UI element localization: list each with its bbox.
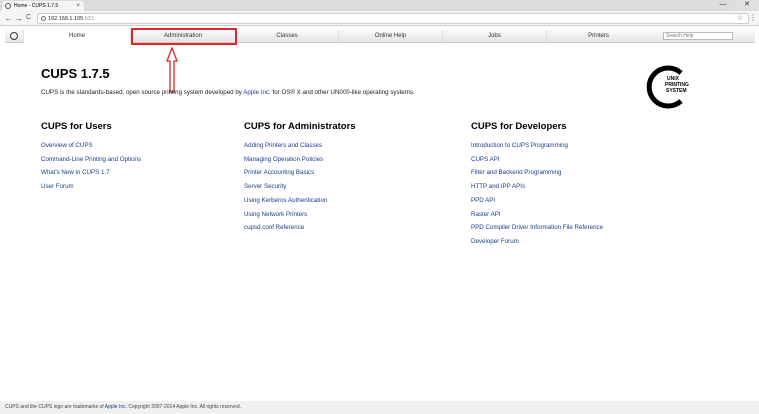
up-arrow-annotation-icon xyxy=(166,47,178,93)
cups-favicon-icon xyxy=(5,3,11,9)
link-cups-api[interactable]: CUPS API xyxy=(471,153,603,167)
link-server-security[interactable]: Server Security xyxy=(244,180,327,194)
users-column-title: CUPS for Users xyxy=(41,121,112,132)
url-port: :631 xyxy=(83,16,94,22)
link-ppd-api[interactable]: PPD API xyxy=(471,194,603,208)
info-icon[interactable] xyxy=(41,16,46,21)
bookmark-star-icon[interactable]: ☆ xyxy=(737,14,743,24)
url-host: 192.168.1.105 xyxy=(48,16,84,22)
link-command-line-printing[interactable]: Command-Line Printing and Options xyxy=(41,153,141,167)
link-user-forum[interactable]: User Forum xyxy=(41,180,141,194)
footer-pre: CUPS and the CUPS logo are trademarks of xyxy=(5,404,105,410)
intro-post: for OS® X and other UNIX®-like operating… xyxy=(270,89,415,96)
page-footer: CUPS and the CUPS logo are trademarks of… xyxy=(0,401,759,414)
window-close-icon[interactable]: ✕ xyxy=(735,0,759,9)
link-cupsd-conf[interactable]: cupsd.conf Reference xyxy=(244,221,327,235)
intro-text: CUPS is the standards-based, open source… xyxy=(41,89,415,96)
window-controls: — ✕ xyxy=(711,0,759,9)
tab-title: Home - CUPS 1.7.5 xyxy=(14,3,59,9)
address-bar[interactable]: 192.168.1.105:631 ☆ xyxy=(37,13,749,24)
forward-arrow-icon[interactable]: → xyxy=(14,13,23,23)
footer-post: Copyright 2007-2014 Apple Inc. All right… xyxy=(127,404,241,410)
reload-icon[interactable]: C xyxy=(26,13,31,23)
cups-nav-bar: Home Administration Classes Online Help … xyxy=(5,30,755,43)
nav-home[interactable]: Home xyxy=(23,30,130,43)
link-network-printers[interactable]: Using Network Printers xyxy=(244,208,327,222)
nav-printers[interactable]: Printers xyxy=(546,30,650,43)
link-kerberos[interactable]: Using Kerberos Authentication xyxy=(244,194,327,208)
logo-line-3: SYSTEM xyxy=(666,88,687,94)
footer-apple-link[interactable]: Apple Inc. xyxy=(105,404,127,410)
users-links: Overview of CUPS Command-Line Printing a… xyxy=(41,139,141,194)
cups-unix-printing-logo: UNIX PRINTING SYSTEM xyxy=(646,65,689,109)
close-tab-icon[interactable]: × xyxy=(76,1,80,11)
browser-tab-strip: Home - CUPS 1.7.5 × — ✕ xyxy=(0,0,759,11)
search-help-container xyxy=(650,30,750,43)
link-raster-api[interactable]: Raster API xyxy=(471,208,603,222)
search-help-input[interactable] xyxy=(663,32,733,40)
link-intro-programming[interactable]: Introduction to CUPS Programming xyxy=(471,139,603,153)
link-whats-new[interactable]: What's New in CUPS 1.7 xyxy=(41,166,141,180)
apple-link[interactable]: Apple Inc. xyxy=(243,89,271,96)
developers-links: Introduction to CUPS Programming CUPS AP… xyxy=(471,139,603,249)
browser-menu-icon[interactable]: ⋮ xyxy=(749,13,757,22)
minimize-icon[interactable]: — xyxy=(711,0,735,9)
nav-online-help[interactable]: Online Help xyxy=(338,30,442,43)
nav-classes[interactable]: Classes xyxy=(235,30,338,43)
intro-pre: CUPS is the standards-based, open source… xyxy=(41,89,244,96)
administration-highlight-box xyxy=(131,28,237,45)
back-arrow-icon[interactable]: ← xyxy=(4,13,13,23)
browser-toolbar: ← → C 192.168.1.105:631 ☆ ⋮ xyxy=(0,11,759,26)
link-developer-forum[interactable]: Developer Forum xyxy=(471,235,603,249)
nav-jobs[interactable]: Jobs xyxy=(442,30,546,43)
link-http-ipp[interactable]: HTTP and IPP APIs xyxy=(471,180,603,194)
link-managing-policies[interactable]: Managing Operation Policies xyxy=(244,153,327,167)
link-overview-of-cups[interactable]: Overview of CUPS xyxy=(41,139,141,153)
developers-column-title: CUPS for Developers xyxy=(471,121,567,132)
link-adding-printers[interactable]: Adding Printers and Classes xyxy=(244,139,327,153)
admins-links: Adding Printers and Classes Managing Ope… xyxy=(244,139,327,235)
link-filter-backend[interactable]: Filter and Backend Programming xyxy=(471,166,603,180)
cups-logo-icon[interactable] xyxy=(5,30,23,43)
admins-column-title: CUPS for Administrators xyxy=(244,121,356,132)
link-printer-accounting[interactable]: Printer Accounting Basics xyxy=(244,166,327,180)
page-title: CUPS 1.7.5 xyxy=(41,66,110,81)
link-ppd-compiler[interactable]: PPD Compiler Driver Information File Ref… xyxy=(471,221,603,235)
browser-tab[interactable]: Home - CUPS 1.7.5 × xyxy=(2,1,84,11)
